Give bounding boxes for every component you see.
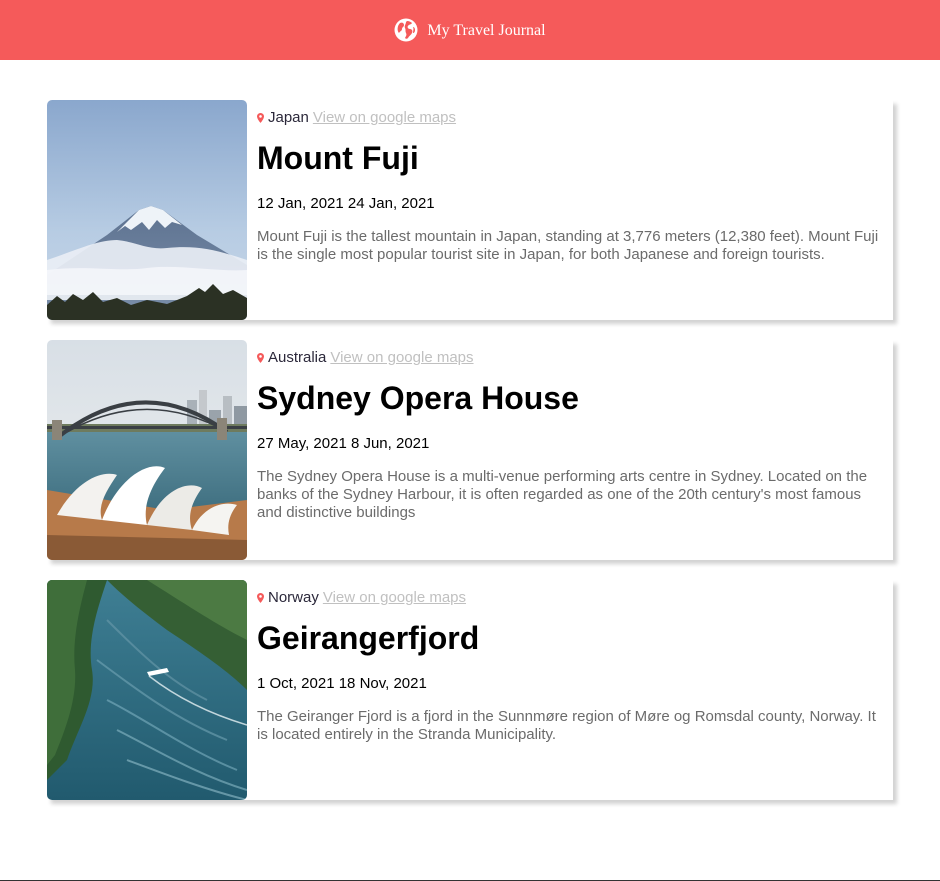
entry-info: Australia View on google maps Sydney Ope… — [257, 348, 883, 522]
location-pin-icon — [257, 113, 264, 123]
journal-entry: Australia View on google maps Sydney Ope… — [47, 340, 893, 560]
entry-dates: 12 Jan, 2021 24 Jan, 2021 — [257, 195, 435, 212]
location-pin-icon — [257, 353, 264, 363]
journal-entry: Norway View on google maps Geirangerfjor… — [47, 580, 893, 800]
globe-icon — [394, 18, 418, 42]
journal-entries: Japan View on google maps Mount Fuji 12 … — [47, 100, 893, 820]
entry-title: Geirangerfjord — [257, 620, 480, 656]
entry-country: Norway — [268, 589, 319, 606]
entry-country: Japan — [268, 109, 309, 126]
view-on-maps-link[interactable]: View on google maps — [313, 108, 456, 128]
app-title: My Travel Journal — [427, 21, 546, 39]
entry-description: Mount Fuji is the tallest mountain in Ja… — [257, 228, 879, 263]
entry-description: The Sydney Opera House is a multi-venue … — [257, 468, 868, 521]
entry-description: The Geiranger Fjord is a fjord in the Su… — [257, 708, 876, 743]
view-on-maps-link[interactable]: View on google maps — [330, 348, 473, 368]
view-on-maps-link[interactable]: View on google maps — [323, 588, 466, 608]
location-line: Australia View on google maps — [257, 348, 883, 368]
location-pin-icon — [257, 593, 264, 603]
entry-photo-mount-fuji — [47, 100, 247, 320]
journal-entry: Japan View on google maps Mount Fuji 12 … — [47, 100, 893, 320]
entry-dates: 1 Oct, 2021 18 Nov, 2021 — [257, 675, 427, 692]
navbar: My Travel Journal — [0, 0, 940, 60]
entry-dates: 27 May, 2021 8 Jun, 2021 — [257, 435, 430, 452]
location-line: Norway View on google maps — [257, 588, 883, 608]
entry-photo-sydney-opera-house — [47, 340, 247, 560]
location-line: Japan View on google maps — [257, 108, 883, 128]
entry-title: Mount Fuji — [257, 140, 419, 176]
entry-country: Australia — [268, 349, 327, 366]
entry-info: Norway View on google maps Geirangerfjor… — [257, 588, 883, 744]
entry-title: Sydney Opera House — [257, 380, 579, 416]
entry-info: Japan View on google maps Mount Fuji 12 … — [257, 108, 883, 264]
entry-photo-geirangerfjord — [47, 580, 247, 800]
